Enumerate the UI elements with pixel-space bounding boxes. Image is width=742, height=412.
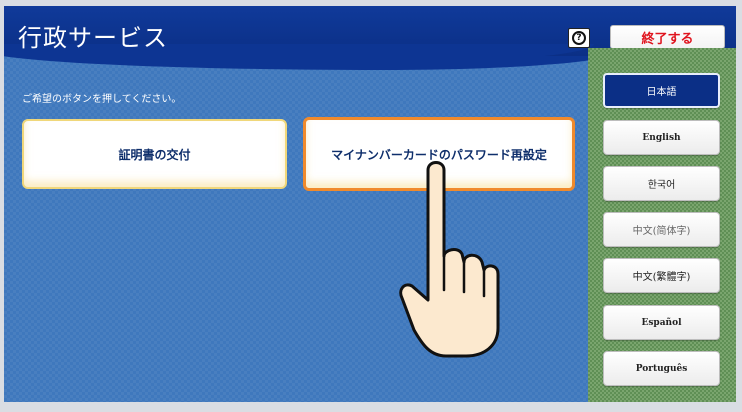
hand-pointer-icon — [399, 161, 500, 358]
language-chinese-simplified-button[interactable]: 中文(简体字) — [603, 212, 720, 247]
language-chinese-traditional-button[interactable]: 中文(繁體字) — [603, 258, 720, 293]
header-curve — [4, 56, 588, 70]
language-japanese-button[interactable]: 日本語 — [603, 73, 720, 108]
certificate-issue-label: 証明書の交付 — [118, 147, 191, 162]
language-korean-button[interactable]: 한국어 — [603, 166, 720, 201]
language-portuguese-button[interactable]: Português — [603, 351, 720, 386]
end-button[interactable]: 終了する — [610, 25, 725, 49]
main-panel: ご希望のボタンを押してください。 証明書の交付 マイナンバーカードのパスワード再… — [4, 56, 588, 402]
certificate-issue-button[interactable]: 証明書の交付 — [22, 119, 287, 189]
help-button[interactable]: ? — [568, 28, 590, 48]
language-spanish-button[interactable]: Español — [603, 305, 720, 340]
language-panel: 日本語 English 한국어 中文(简体字) 中文(繁體字) Español … — [588, 48, 736, 402]
instruction-text: ご希望のボタンを押してください。 — [22, 94, 182, 105]
language-english-button[interactable]: English — [603, 120, 720, 155]
help-icon: ? — [572, 31, 586, 45]
kiosk-screen: 行政サービス ? 終了する ご希望のボタンを押してください。 証明書の交付 マイ… — [0, 0, 742, 412]
page-title: 行政サービス — [18, 24, 168, 52]
